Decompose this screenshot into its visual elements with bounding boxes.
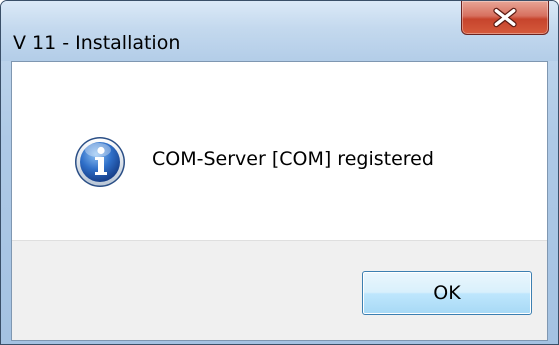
close-icon (493, 7, 517, 28)
dialog-content: COM-Server [COM] registered OK (11, 61, 548, 341)
message-text: COM-Server [COM] registered (152, 148, 434, 170)
title-bar[interactable]: V 11 - Installation (1, 1, 558, 61)
dialog-window: V 11 - Installation COM-Server [COM] reg… (0, 0, 559, 345)
window-title: V 11 - Installation (13, 32, 181, 54)
close-button[interactable] (461, 1, 549, 35)
message-area: COM-Server [COM] registered (12, 62, 547, 240)
ok-button[interactable]: OK (362, 271, 532, 315)
info-icon (75, 137, 125, 187)
button-area: OK (12, 240, 547, 340)
